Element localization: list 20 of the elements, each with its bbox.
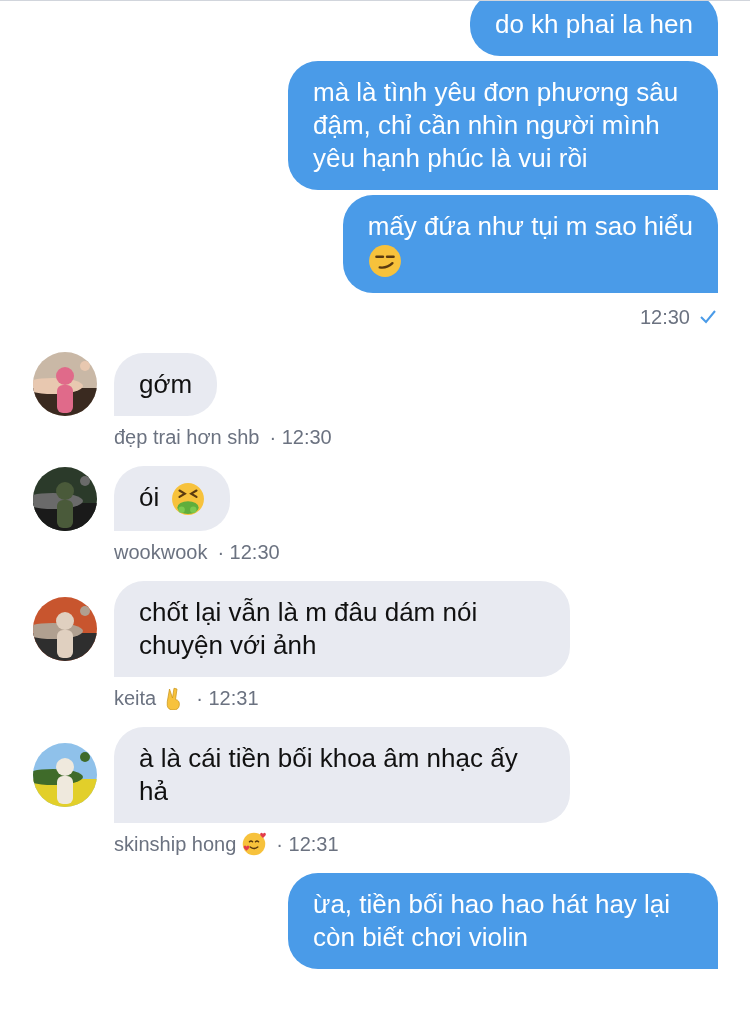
message-time: · 12:31: [276, 832, 339, 858]
message-bubble: mà là tình yêu đơn phương sâu đậm, chỉ cần nhìn người mình yêu hạnh phúc là vui rồi: [288, 61, 718, 190]
message-time: 12:30: [639, 305, 690, 331]
sender-name: đẹp trai hơn shb: [114, 425, 260, 451]
message-time: · 12:30: [269, 425, 332, 451]
message-bubble: mấy đứa như tụi m sao hiểu: [342, 195, 718, 294]
vomiting-face-icon: [171, 482, 206, 517]
smiling-face-with-hearts-icon: [242, 832, 267, 857]
message-bubble: ừa, tiền bối hao hao hát hay lại còn biết chơi violin: [288, 873, 718, 970]
message-bubble: gớm: [114, 352, 218, 416]
message-bubble: ói: [114, 466, 231, 532]
sender-name: wookwook: [114, 540, 208, 566]
smirking-face-icon: [367, 244, 402, 279]
sender-name: skinship hong: [114, 832, 237, 858]
message-bubble: à là cái tiền bối khoa âm nhạc ấy hả: [114, 727, 570, 824]
message-bubble: do kh phai la hen: [469, 1, 718, 56]
message-time: · 12:31: [196, 686, 259, 712]
message-time: · 12:30: [217, 540, 280, 566]
message-bubble: chốt lại vẫn là m đâu dám nói chuyện với ảnh: [114, 581, 570, 678]
sender-name: keita: [114, 686, 157, 712]
